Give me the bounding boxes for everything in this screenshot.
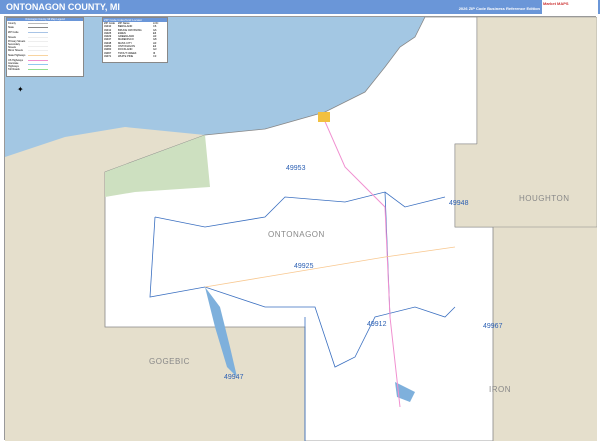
header: ONTONAGON COUNTY, MI 2026 ZIP Code Busin…	[0, 0, 600, 14]
zip-index-row: 49971 WHITE PINE C3	[104, 54, 157, 58]
map-legend: Ontonagon County, Mi Map Legend County St…	[6, 17, 84, 77]
legend-swatch	[28, 22, 48, 24]
zip-label: 49967	[483, 323, 503, 330]
neighbor-county-label: GOGEBIC	[149, 357, 190, 366]
zip-label: 49925	[294, 263, 314, 270]
county-label: ONTONAGON	[268, 230, 325, 239]
neighbor-county-label: HOUGHTON	[519, 194, 570, 203]
zip-label: 49953	[286, 165, 306, 172]
map-canvas[interactable]: ✦	[5, 17, 597, 441]
legend-swatch	[28, 50, 48, 52]
neighbor-county-label: IRON	[489, 385, 511, 394]
ontonagon-city	[318, 112, 330, 122]
legend-item: Toll Roads	[7, 67, 83, 72]
edition-label: 2026 ZIP Code Business Reference Edition	[458, 6, 540, 11]
compass-rose-icon: ✦	[17, 85, 24, 94]
brand-logo: Market MAPS	[542, 0, 598, 14]
legend-swatch	[28, 68, 48, 70]
legend-swatch	[28, 59, 48, 61]
legend-swatch	[28, 41, 48, 43]
legend-swatch	[28, 31, 48, 33]
zip-label: 49912	[367, 321, 387, 328]
zip-label: 49947	[224, 374, 244, 381]
legend-swatch	[28, 36, 48, 38]
legend-swatch	[28, 27, 48, 29]
zip-label: 49948	[449, 200, 469, 207]
zip-index: ZIP Code Index/Grid Locator ZIP Code ZIP …	[102, 17, 168, 63]
legend-swatch	[28, 54, 48, 56]
legend-swatch	[28, 64, 48, 66]
map-area[interactable]: ✦ 49953 49948 49925 49912 49967 49947 ON…	[4, 16, 597, 441]
legend-swatch	[28, 45, 48, 47]
map-title: ONTONAGON COUNTY, MI	[6, 2, 120, 12]
